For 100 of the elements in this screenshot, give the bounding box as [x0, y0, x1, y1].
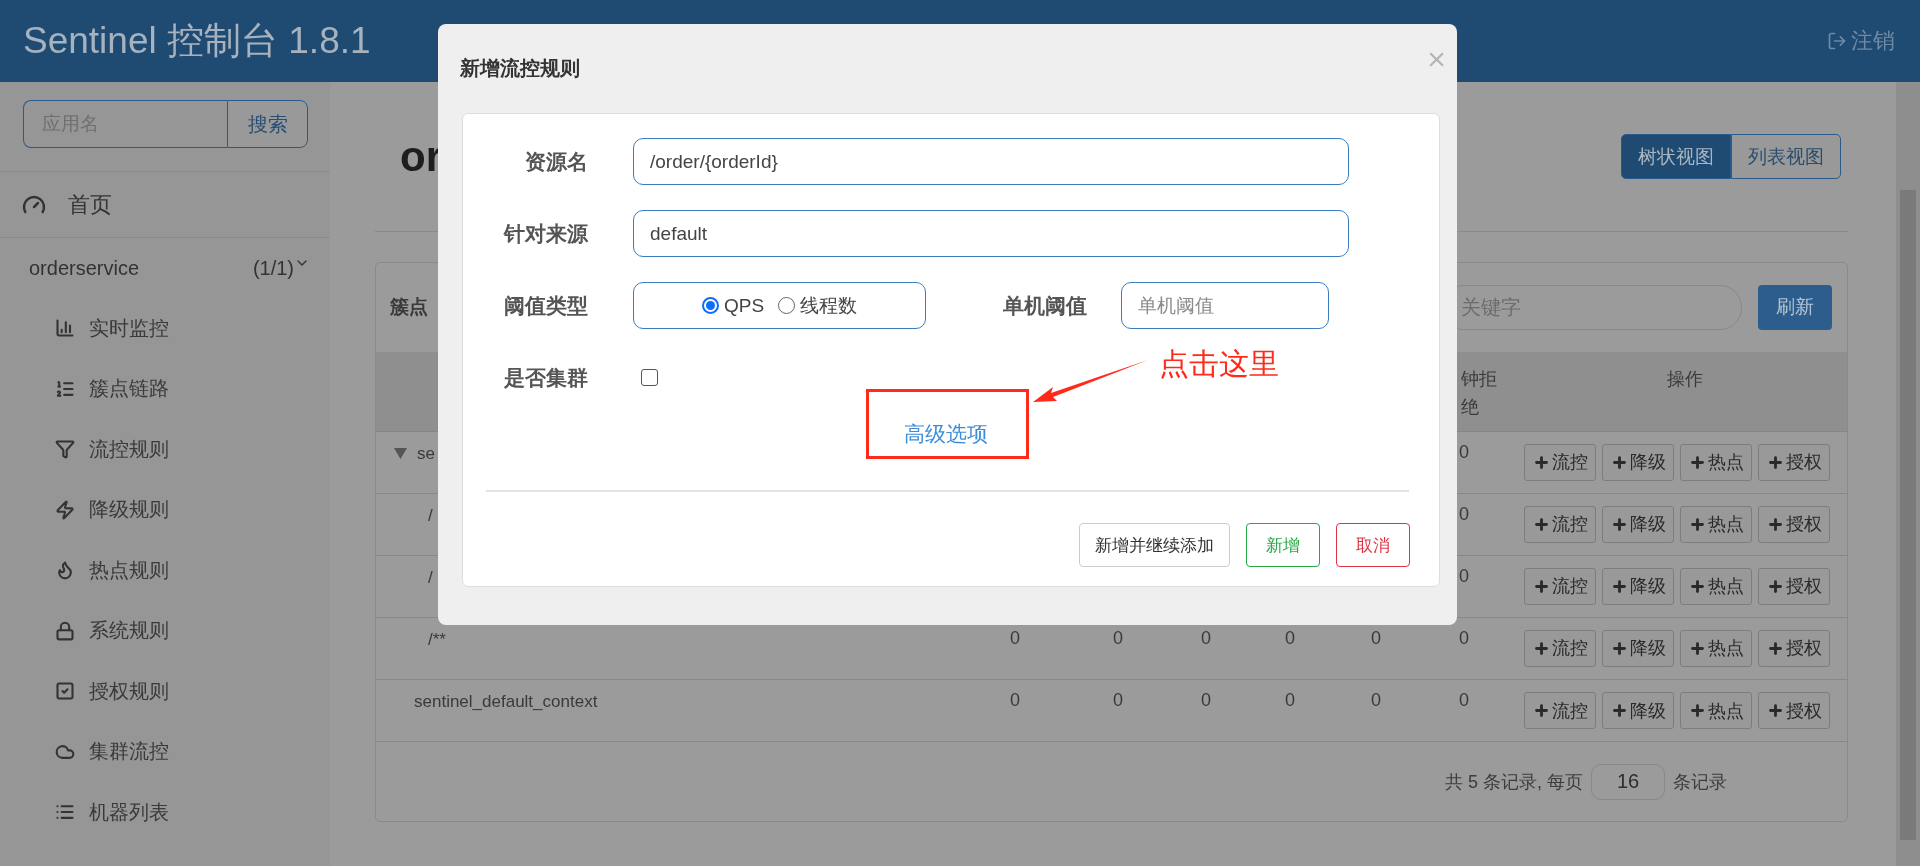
nav-icon	[55, 318, 75, 339]
sidebar-item[interactable]: 实时监控	[0, 298, 330, 359]
nav-icon	[55, 499, 75, 520]
add-rule-button[interactable]: 授权	[1758, 443, 1830, 481]
plus-icon	[1766, 639, 1784, 657]
dialog-button[interactable]: 取消	[1336, 523, 1410, 567]
sidebar-item[interactable]: 机器列表	[0, 782, 330, 843]
advanced-options-link[interactable]: 高级选项	[904, 414, 988, 454]
pagination-text: 共 5 条记录, 每页	[1445, 770, 1583, 794]
resource-name: /**	[428, 629, 446, 650]
field-label: 针对来源	[502, 220, 588, 247]
table-cell-text: 0	[1458, 689, 1470, 712]
table-cell-text: 0	[1112, 689, 1124, 712]
input-field[interactable]: default	[633, 210, 1349, 257]
add-rule-button[interactable]: 授权	[1758, 629, 1830, 667]
table-cell-text: 0	[1200, 689, 1212, 712]
add-rule-button[interactable]: 流控	[1524, 505, 1596, 543]
plus-icon	[1610, 577, 1628, 595]
page-size-field[interactable]: 16	[1591, 763, 1665, 800]
add-rule-button[interactable]: 授权	[1758, 505, 1830, 543]
sidebar-item[interactable]: 流控规则	[0, 419, 330, 480]
field-label: 单机阈值	[1003, 292, 1087, 319]
sidebar-item[interactable]: 簇点链路	[0, 358, 330, 419]
dialog-button[interactable]: 新增	[1246, 523, 1320, 567]
column-header: 操作	[1666, 367, 1704, 391]
add-rule-button[interactable]: 降级	[1602, 692, 1674, 730]
input-field[interactable]: /order/{orderId}	[633, 138, 1349, 185]
add-rule-button[interactable]: 授权	[1758, 692, 1830, 730]
table-cell-text: 0	[1009, 626, 1021, 649]
add-rule-button[interactable]: 流控	[1524, 443, 1596, 481]
add-rule-button[interactable]: 流控	[1524, 629, 1596, 667]
app-name[interactable]: orderservice	[29, 256, 140, 280]
nav-icon	[55, 560, 75, 581]
sidebar-item[interactable]: 热点规则	[0, 540, 330, 601]
add-rule-button[interactable]: 流控	[1524, 692, 1596, 730]
sidebar-item[interactable]: 授权规则	[0, 661, 330, 722]
add-rule-button[interactable]: 热点	[1680, 567, 1752, 605]
plus-icon	[1688, 577, 1706, 595]
scrollbar[interactable]	[1896, 82, 1920, 866]
sidebar-item[interactable]: 系统规则	[0, 600, 330, 661]
table-cell-text: 0	[1458, 564, 1470, 587]
column-header: 钟拒绝	[1461, 367, 1498, 419]
resource-name: sentinel_default_context	[414, 692, 598, 713]
threshold-field[interactable]: 单机阈值	[1121, 282, 1329, 329]
search-button[interactable]: 搜索	[227, 100, 308, 148]
radio-option[interactable]: 线程数	[778, 292, 858, 319]
plus-icon	[1610, 702, 1628, 720]
plus-icon	[1610, 453, 1628, 471]
plus-icon	[1766, 577, 1784, 595]
view-toggle[interactable]: 列表视图	[1731, 134, 1841, 179]
table-cell-text: 0	[1370, 626, 1382, 649]
plus-icon	[1766, 515, 1784, 533]
field-label: 是否集群	[503, 364, 588, 391]
plus-icon	[1532, 639, 1550, 657]
add-rule-button[interactable]: 降级	[1602, 567, 1674, 605]
table-cell-text: 0	[1200, 626, 1212, 649]
plus-icon	[1532, 702, 1550, 720]
add-rule-button[interactable]: 热点	[1680, 505, 1752, 543]
dialog-button[interactable]: 新增并继续添加	[1079, 523, 1230, 567]
add-rule-button[interactable]: 热点	[1680, 443, 1752, 481]
table-cell-text: 0	[1458, 502, 1470, 525]
field-label: 阈值类型	[503, 292, 588, 319]
plus-icon	[1610, 515, 1628, 533]
nav-icon	[55, 439, 75, 460]
nav-icon	[55, 681, 75, 702]
plus-icon	[1766, 453, 1784, 471]
resource-name: se	[417, 443, 435, 464]
plus-icon	[1688, 453, 1706, 471]
expanded-triangle-icon[interactable]	[394, 448, 407, 460]
plus-icon	[1532, 515, 1550, 533]
add-rule-button[interactable]: 热点	[1680, 692, 1752, 730]
table-cell-text: 0	[1284, 689, 1296, 712]
plus-icon	[1532, 453, 1550, 471]
add-rule-button[interactable]: 降级	[1602, 443, 1674, 481]
sidebar-item[interactable]: 降级规则	[0, 479, 330, 540]
home-link[interactable]: 首页	[68, 189, 112, 220]
add-rule-button[interactable]: 授权	[1758, 567, 1830, 605]
add-rule-button[interactable]: 热点	[1680, 629, 1752, 667]
cluster-checkbox[interactable]	[641, 369, 658, 386]
refresh-button[interactable]: 刷新	[1758, 284, 1832, 330]
table-cell-text: 0	[1284, 626, 1296, 649]
table-cell-text: 0	[1458, 626, 1470, 649]
table-cell-text: 0	[1112, 626, 1124, 649]
plus-icon	[1532, 577, 1550, 595]
page-heading: or	[400, 132, 442, 181]
add-rule-button[interactable]: 流控	[1524, 567, 1596, 605]
radio-option[interactable]: QPS	[701, 294, 765, 317]
add-rule-button[interactable]: 降级	[1602, 629, 1674, 667]
nav-icon	[55, 378, 75, 399]
table-cell-text: 0	[1370, 689, 1382, 712]
add-rule-button[interactable]: 降级	[1602, 505, 1674, 543]
logout-icon	[1827, 31, 1847, 51]
view-toggle[interactable]: 树状视图	[1621, 134, 1731, 179]
nav-icon	[55, 620, 75, 641]
plus-icon	[1688, 639, 1706, 657]
pagination-text: 条记录	[1673, 770, 1727, 794]
sidebar-item[interactable]: 集群流控	[0, 721, 330, 782]
panel-title: 簇点	[390, 295, 428, 320]
plus-icon	[1766, 702, 1784, 720]
app-title: Sentinel 控制台 1.8.1	[23, 19, 371, 63]
